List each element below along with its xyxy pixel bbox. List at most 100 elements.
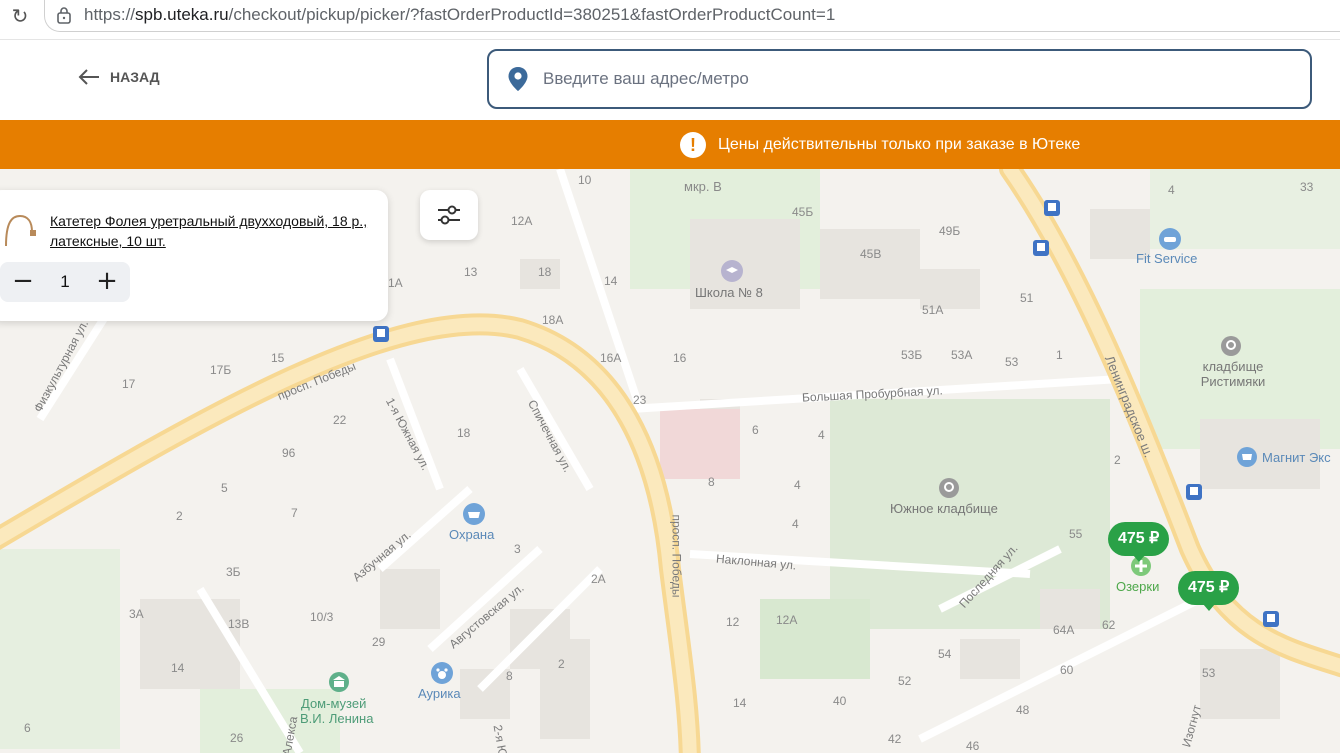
- banner-text: Цены действительны только при заказе в Ю…: [718, 136, 1081, 153]
- house-number: 53: [1202, 666, 1216, 680]
- museum-icon: [329, 672, 349, 692]
- shop-basket-icon: [463, 503, 485, 525]
- quantity-value: 1: [60, 272, 70, 291]
- house-number: 4: [818, 428, 825, 442]
- house-number: 8: [506, 669, 513, 683]
- poi-okhrana: Охрана: [449, 527, 495, 542]
- street-label-pobedy-2: просп. Победы: [669, 514, 684, 598]
- house-number: 3Б: [226, 565, 241, 579]
- house-number: 3А: [129, 607, 144, 621]
- house-number: 2: [176, 509, 183, 523]
- house-number: 6: [752, 423, 759, 437]
- product-title-link[interactable]: Катетер Фолея уретральный двухходовый, 1…: [50, 211, 370, 251]
- map-pin-icon: [508, 67, 528, 91]
- poi-south-cemetery: Южное кладбище: [890, 501, 998, 516]
- address-input[interactable]: [543, 69, 1243, 89]
- house-number: 4: [1168, 183, 1175, 197]
- house-number: 7: [291, 506, 298, 520]
- house-number: 33: [1300, 180, 1314, 194]
- house-number: 4: [792, 517, 799, 531]
- house-number: 53А: [951, 348, 973, 362]
- poi-museum-line1: Дом-музей: [301, 696, 367, 711]
- bus-stop-icon: [1044, 200, 1060, 216]
- poi-ristimyaki: кладбище Ристимяки: [1200, 359, 1266, 389]
- house-number: 18А: [542, 313, 564, 327]
- cemetery-icon: [1221, 336, 1241, 356]
- browser-address-bar: ↻ https://spb.uteka.ru/checkout/pickup/p…: [0, 0, 1340, 40]
- arrow-left-icon: [78, 69, 99, 85]
- pharmacy-price-marker[interactable]: 475 ₽: [1108, 522, 1170, 562]
- bus-stop-icon: [373, 326, 389, 342]
- reload-icon[interactable]: ↻: [8, 4, 32, 28]
- house-number: 8: [708, 475, 715, 489]
- house-number: 40: [833, 694, 847, 708]
- shop-icon: [1237, 447, 1257, 467]
- bus-stop-icon: [1186, 484, 1202, 500]
- house-number: 23: [633, 393, 647, 407]
- house-number: 13В: [228, 617, 250, 631]
- poi-ozerki: Озерки: [1116, 579, 1160, 594]
- house-number: 53: [1005, 355, 1019, 369]
- house-number: 3: [514, 542, 521, 556]
- house-number: 45В: [860, 247, 882, 261]
- house-number: 55: [1069, 527, 1083, 541]
- decrement-button[interactable]: −: [10, 268, 36, 295]
- house-number: 16: [673, 351, 687, 365]
- filter-button[interactable]: [420, 190, 478, 240]
- poi-museum-line2: В.И. Ленина: [300, 711, 374, 726]
- increment-button[interactable]: +: [94, 268, 120, 295]
- url-text[interactable]: https://spb.uteka.ru/checkout/pickup/pic…: [84, 5, 835, 25]
- house-number: 64А: [1053, 623, 1075, 637]
- house-number: 62: [1102, 618, 1116, 632]
- house-number: 1А: [388, 276, 403, 290]
- house-number: 2А: [591, 572, 606, 586]
- house-number: 17Б: [210, 363, 232, 377]
- poi-school: Школа № 8: [695, 285, 763, 300]
- house-number: 13: [464, 265, 478, 279]
- address-search[interactable]: [487, 49, 1312, 109]
- bus-stop-icon: [1263, 611, 1279, 627]
- house-number: 29: [372, 635, 386, 649]
- house-number: 51: [1020, 291, 1034, 305]
- price-notice-banner: ! Цены действительны только при заказе в…: [0, 120, 1340, 169]
- house-number: 18: [457, 426, 471, 440]
- house-number: 46: [966, 739, 980, 753]
- house-number: 52: [898, 674, 912, 688]
- house-number: 17: [122, 377, 136, 391]
- house-number: 2: [1114, 453, 1121, 467]
- house-number: 49Б: [939, 224, 961, 238]
- back-label: НАЗАД: [110, 69, 160, 85]
- page-header: НАЗАД: [0, 40, 1340, 120]
- house-number: 60: [1060, 663, 1074, 677]
- house-number: 10: [578, 173, 592, 187]
- product-card: Катетер Фолея уретральный двухходовый, 1…: [0, 190, 388, 321]
- poi-fit-service: Fit Service: [1136, 251, 1198, 266]
- house-number: 12А: [776, 613, 798, 627]
- back-button[interactable]: НАЗАД: [78, 68, 160, 86]
- poi-aurika: Аурика: [418, 686, 461, 701]
- house-number: 14: [604, 274, 618, 288]
- site-info-icon[interactable]: [56, 6, 72, 24]
- house-number: 10/3: [310, 610, 334, 624]
- house-number: 6: [24, 721, 31, 735]
- product-thumbnail: [5, 214, 36, 247]
- house-number: 12: [726, 615, 740, 629]
- house-number: 2: [558, 657, 565, 671]
- house-number: 54: [938, 647, 952, 661]
- bus-stop-icon: [1033, 240, 1049, 256]
- poi-magnit: Магнит Экс: [1262, 450, 1331, 465]
- house-number: 45Б: [792, 205, 814, 219]
- house-number: 16А: [600, 351, 622, 365]
- cemetery-icon: [939, 478, 959, 498]
- pharmacy-price-marker[interactable]: 475 ₽: [1178, 571, 1240, 611]
- house-number: 96: [282, 446, 296, 460]
- house-number: 15: [271, 351, 285, 365]
- house-number: 5: [221, 481, 228, 495]
- exclamation-icon: !: [680, 132, 706, 158]
- house-number: 12А: [511, 214, 533, 228]
- house-number: 14: [171, 661, 185, 675]
- house-number: 51А: [922, 303, 944, 317]
- car-service-icon: [1159, 228, 1181, 250]
- pet-shop-icon: [431, 662, 453, 684]
- house-number: 42: [888, 732, 902, 746]
